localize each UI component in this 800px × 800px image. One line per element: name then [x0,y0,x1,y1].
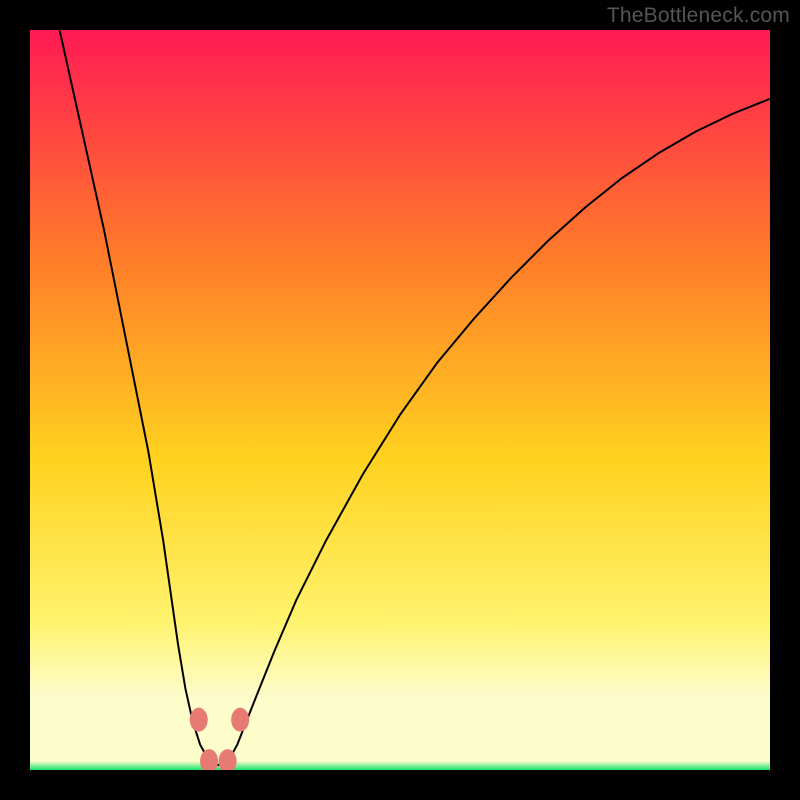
curve-marker [190,708,208,732]
curve-marker [231,708,249,732]
chart-background [30,30,770,770]
watermark-text: TheBottleneck.com [607,4,790,28]
outer-frame: TheBottleneck.com [0,0,800,800]
chart-svg [30,30,770,770]
chart-panel [30,30,770,770]
